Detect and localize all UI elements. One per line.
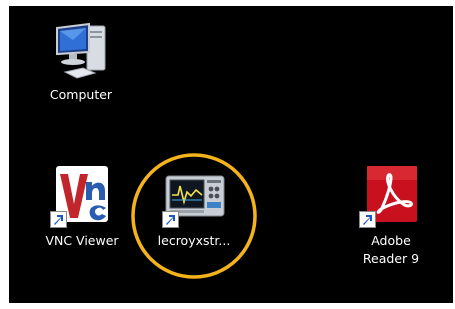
adobe-reader-icon: [359, 164, 423, 228]
desktop-icon-computer[interactable]: Computer: [41, 18, 121, 103]
desktop-icon-adobe-reader[interactable]: Adobe Reader 9: [351, 164, 431, 268]
vnc-viewer-icon: [50, 164, 114, 228]
adobe-label-line2: Reader 9: [362, 251, 420, 266]
desktop-icon-label: Computer: [49, 87, 113, 102]
highlight-circle: [131, 153, 257, 279]
adobe-label-line1: Adobe: [371, 233, 411, 248]
shortcut-arrow-icon: [50, 211, 67, 228]
desktop-icon-label: Adobe Reader 9: [363, 232, 419, 268]
desktop: Computer VNC Viewer lecroyxstr... Adobe …: [9, 6, 453, 303]
shortcut-arrow-icon: [359, 211, 376, 228]
desktop-icon-vnc-viewer[interactable]: VNC Viewer: [37, 164, 127, 249]
computer-icon: [49, 18, 113, 82]
desktop-icon-label: VNC Viewer: [45, 233, 119, 248]
